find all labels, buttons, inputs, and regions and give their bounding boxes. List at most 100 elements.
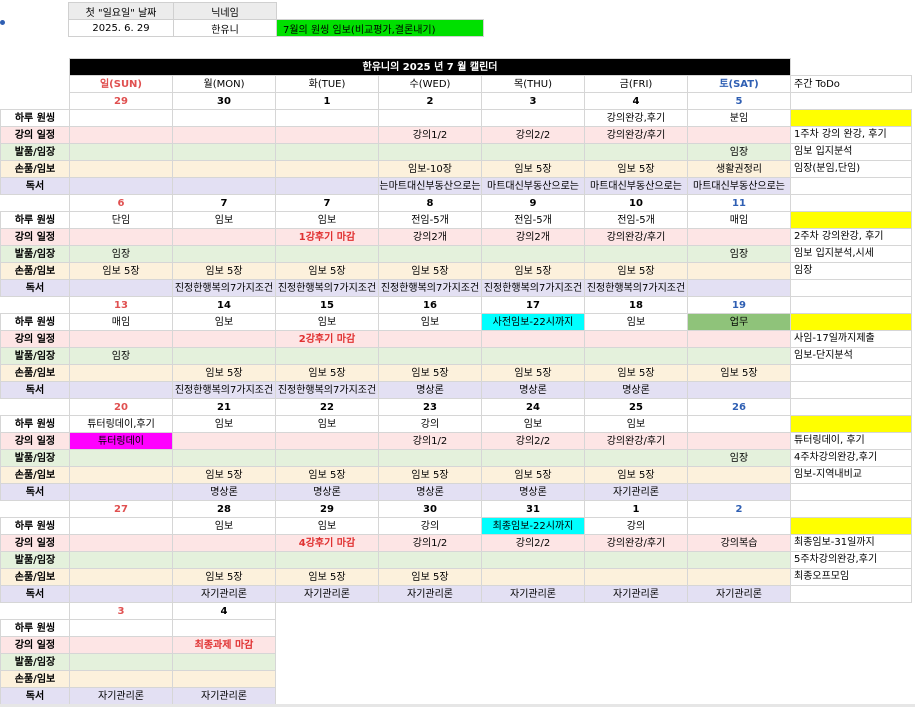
schedule-cell[interactable]: 임보 <box>275 313 379 331</box>
date-cell[interactable]: 2 <box>687 500 791 518</box>
todo-cell[interactable] <box>790 194 912 212</box>
schedule-cell[interactable]: 강의2/2 <box>481 432 585 450</box>
schedule-cell[interactable]: 튜터링데이 <box>69 432 173 450</box>
schedule-cell[interactable]: 임보 5장 <box>481 364 585 382</box>
schedule-cell[interactable] <box>687 432 791 450</box>
schedule-cell[interactable] <box>69 551 173 569</box>
schedule-cell[interactable]: 전임-5개 <box>378 211 482 229</box>
schedule-cell[interactable] <box>275 347 379 365</box>
schedule-cell[interactable]: 임보-10장 <box>378 160 482 178</box>
schedule-cell[interactable]: 임보 5장 <box>172 568 276 586</box>
schedule-cell[interactable] <box>481 245 585 263</box>
schedule-cell[interactable] <box>378 347 482 365</box>
schedule-cell[interactable]: 1강후기 마감 <box>275 228 379 246</box>
date-cell[interactable]: 28 <box>172 500 276 518</box>
schedule-cell[interactable]: 임보 5장 <box>275 568 379 586</box>
date-cell[interactable]: 26 <box>687 398 791 416</box>
schedule-cell[interactable] <box>172 109 276 127</box>
schedule-cell[interactable] <box>687 466 791 484</box>
schedule-cell[interactable]: 임보 <box>275 415 379 433</box>
schedule-cell[interactable]: 강의완강/후기 <box>584 126 688 144</box>
schedule-cell[interactable]: 최종과제 마감 <box>172 636 276 654</box>
schedule-cell[interactable]: 2강후기 마감 <box>275 330 379 348</box>
schedule-cell[interactable]: 임보 5장 <box>584 466 688 484</box>
date-cell[interactable]: 22 <box>275 398 379 416</box>
schedule-cell[interactable]: 임보 5장 <box>481 262 585 280</box>
schedule-cell[interactable]: 임장 <box>687 449 791 467</box>
schedule-cell[interactable]: 자기관리론 <box>172 687 276 705</box>
date-cell[interactable]: 21 <box>172 398 276 416</box>
todo-cell[interactable]: 튜터링데이, 후기 <box>790 432 912 450</box>
schedule-cell[interactable] <box>69 279 173 297</box>
schedule-cell[interactable]: 임보 5장 <box>275 262 379 280</box>
schedule-cell[interactable]: 강의1/2 <box>378 432 482 450</box>
todo-highlight-cell[interactable] <box>790 313 912 331</box>
schedule-cell[interactable] <box>172 347 276 365</box>
date-cell[interactable]: 3 <box>69 602 173 620</box>
todo-cell[interactable]: 2주차 강의완강, 후기 <box>790 228 912 246</box>
schedule-cell[interactable]: 임장 <box>687 245 791 263</box>
schedule-cell[interactable]: 임보 5장 <box>172 466 276 484</box>
schedule-cell[interactable]: 강의복습 <box>687 534 791 552</box>
schedule-cell[interactable] <box>584 347 688 365</box>
schedule-cell[interactable] <box>69 636 173 654</box>
date-cell[interactable]: 11 <box>687 194 791 212</box>
schedule-cell[interactable] <box>69 568 173 586</box>
schedule-cell[interactable]: 단임 <box>69 211 173 229</box>
schedule-cell[interactable] <box>172 432 276 450</box>
schedule-cell[interactable]: 명상론 <box>172 483 276 501</box>
schedule-cell[interactable]: 전임-5개 <box>481 211 585 229</box>
schedule-cell[interactable]: 임보 <box>275 211 379 229</box>
schedule-cell[interactable]: 임보 5장 <box>378 262 482 280</box>
schedule-cell[interactable]: 임보 <box>584 313 688 331</box>
schedule-cell[interactable] <box>275 143 379 161</box>
schedule-cell[interactable] <box>69 109 173 127</box>
schedule-cell[interactable]: 임장 <box>687 143 791 161</box>
date-cell[interactable]: 8 <box>378 194 482 212</box>
todo-cell[interactable] <box>790 483 912 501</box>
schedule-cell[interactable] <box>275 177 379 195</box>
todo-highlight-cell[interactable] <box>790 211 912 229</box>
schedule-cell[interactable] <box>584 330 688 348</box>
schedule-cell[interactable] <box>687 126 791 144</box>
date-cell[interactable]: 3 <box>481 92 585 110</box>
schedule-cell[interactable] <box>687 347 791 365</box>
schedule-cell[interactable] <box>275 432 379 450</box>
date-cell[interactable]: 30 <box>378 500 482 518</box>
todo-cell[interactable] <box>790 279 912 297</box>
schedule-cell[interactable] <box>69 653 173 671</box>
date-cell[interactable]: 31 <box>481 500 585 518</box>
schedule-cell[interactable] <box>69 449 173 467</box>
schedule-cell[interactable]: 자기관리론 <box>172 585 276 603</box>
date-cell[interactable]: 16 <box>378 296 482 314</box>
schedule-cell[interactable] <box>687 551 791 569</box>
date-cell[interactable]: 10 <box>584 194 688 212</box>
schedule-cell[interactable] <box>275 109 379 127</box>
schedule-cell[interactable]: 생활권정리 <box>687 160 791 178</box>
schedule-cell[interactable] <box>172 551 276 569</box>
monthly-goal-cell[interactable]: 7월의 원씽 임보(비교평가,결론내기) <box>276 19 484 37</box>
schedule-cell[interactable]: 임보 5장 <box>172 364 276 382</box>
schedule-cell[interactable] <box>172 670 276 688</box>
schedule-cell[interactable]: 강의2/2 <box>481 126 585 144</box>
schedule-cell[interactable]: 강의완강/후기 <box>584 228 688 246</box>
schedule-cell[interactable]: 임보 5장 <box>275 364 379 382</box>
schedule-cell[interactable] <box>275 160 379 178</box>
todo-cell[interactable]: 최종임보-31일까지 <box>790 534 912 552</box>
schedule-cell[interactable]: 자기관리론 <box>584 483 688 501</box>
todo-cell[interactable] <box>790 585 912 603</box>
schedule-cell[interactable]: 임보 <box>172 313 276 331</box>
schedule-cell[interactable] <box>172 228 276 246</box>
schedule-cell[interactable] <box>687 517 791 535</box>
schedule-cell[interactable]: 강의완강/후기 <box>584 534 688 552</box>
schedule-cell[interactable]: 강의 <box>378 415 482 433</box>
schedule-cell[interactable] <box>481 551 585 569</box>
todo-cell[interactable] <box>790 177 912 195</box>
schedule-cell[interactable] <box>687 279 791 297</box>
schedule-cell[interactable]: 임보 5장 <box>172 262 276 280</box>
schedule-cell[interactable] <box>378 330 482 348</box>
schedule-cell[interactable] <box>69 143 173 161</box>
todo-cell[interactable]: 임보-지역내비교 <box>790 466 912 484</box>
todo-cell[interactable]: 임장(분임,단임) <box>790 160 912 178</box>
todo-cell[interactable]: 임보 입지분석 <box>790 143 912 161</box>
